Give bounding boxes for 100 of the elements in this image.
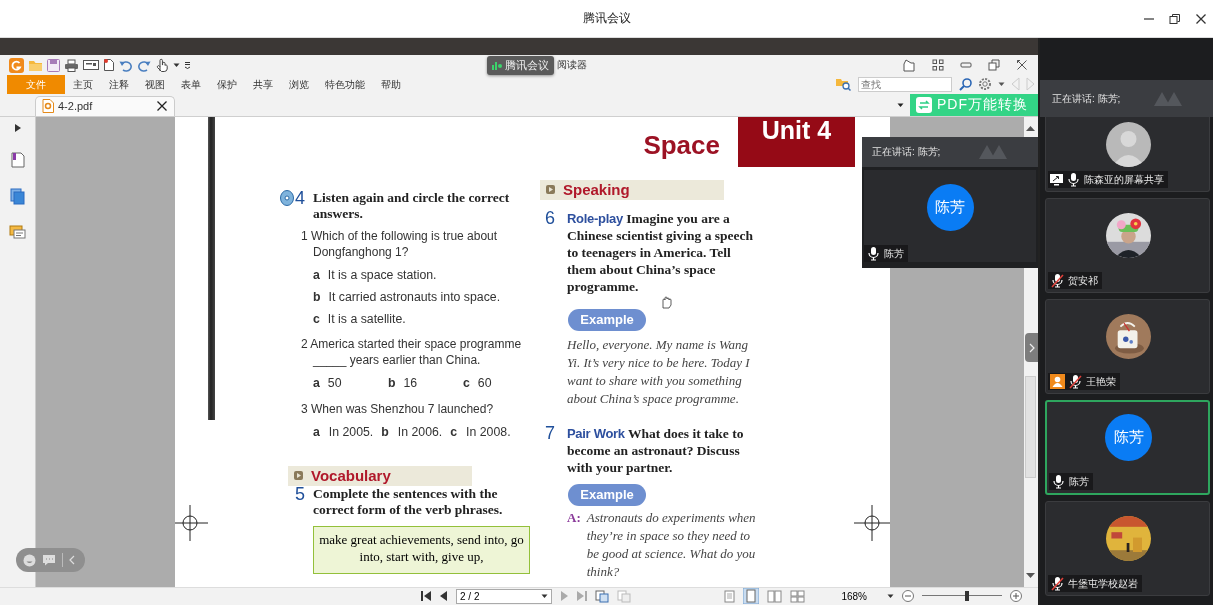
close-icon[interactable] [156,100,168,113]
option-text: In 2005. [328,423,374,441]
option-letter: a [313,374,320,392]
save-icon[interactable] [47,58,60,72]
search-field[interactable]: 查找 [858,76,952,92]
convert-icon [916,96,932,113]
signal-icon [492,60,502,70]
minimize-icon[interactable] [960,61,972,69]
question-text: 3 When was Shenzhou 7 launched? [301,400,495,417]
participant-name: 牛堡屯学校赵岩 [1068,576,1138,591]
option-text: It is a satellite. [327,310,406,328]
exercise-title: Complete the sentences with the correct form of the verb phrases. [313,485,504,518]
caret-icon[interactable] [173,62,180,68]
caret-icon[interactable] [541,593,548,600]
close-icon[interactable] [1016,59,1028,71]
exercise-number: 4 [295,189,305,207]
document-tab[interactable]: 4-2.pdf [35,95,175,116]
avatar: 陈芳 [926,184,974,231]
option-text: 16 [403,374,418,392]
caret-icon[interactable] [887,593,894,600]
muted-microphone-icon[interactable] [1050,576,1065,591]
option-letter: c [450,423,458,441]
pages-icon[interactable] [10,187,25,205]
previous-page-icon[interactable] [440,591,448,602]
video-tile[interactable]: 牛堡屯学校赵岩 [1045,501,1210,596]
video-tile[interactable]: 王艳荣 [1045,299,1210,394]
scroll-up-icon[interactable] [1026,124,1035,131]
scroll-thumb[interactable] [1025,375,1036,478]
example-text: Astronauts do experiments when they’re in space so they need to be good at science. What do you think? [586,508,757,581]
search-icon[interactable] [959,77,972,91]
meeting-badge[interactable]: 腾讯会议 [487,55,554,75]
tab-label: 4-2.pdf [58,100,93,113]
menu-item[interactable]: 特色功能 [317,74,373,94]
close-icon[interactable] [1195,12,1207,25]
new-document-icon[interactable] [103,58,115,72]
video-tile[interactable]: 贺安祁 [1045,198,1210,293]
hand-cursor-icon [660,294,672,309]
participant-name: 陈森亚的屏幕共享 [1084,172,1164,187]
page-field[interactable]: 2 / 2 [456,588,552,604]
video-tile[interactable]: 陈芳 陈芳 [1045,400,1210,495]
participant-name: 陈芳 [884,246,904,261]
two-page-scroll-icon[interactable] [790,589,806,603]
option-text: In 2008. [466,423,511,441]
more-icon[interactable] [184,61,191,69]
menu-item[interactable]: 帮助 [373,74,409,94]
video-tile[interactable]: 陈森亚的屏幕共享 [1045,117,1210,192]
task-text: Pair Work What does it take to become an astronaut? Discuss with your partner. [567,424,745,476]
option-letter: b [313,288,321,306]
zoom-out-icon[interactable] [902,590,914,603]
question-text: 1 Which of the following is true about Dongfanghong 1? [301,227,499,260]
muted-microphone-icon[interactable] [1068,374,1083,389]
exercise-number: 5 [295,485,305,503]
option-letter: c [463,374,470,392]
zoom-in-icon[interactable] [1010,590,1022,603]
menu-item[interactable]: 主页 [65,74,101,94]
microphone-icon[interactable] [1051,474,1066,489]
menu-item[interactable]: 注释 [101,74,137,94]
page-copy-icon[interactable] [595,589,609,603]
play-icon [546,185,555,195]
zoom-slider[interactable] [922,589,1002,604]
speaking-label: 正在讲话: 陈芳; [872,145,941,159]
section-title: Speaking [563,181,630,199]
redo-icon[interactable] [137,58,151,72]
option-text: It carried astronauts into space. [328,288,501,306]
menu-item[interactable]: 共享 [245,74,281,94]
expand-arrow-icon[interactable] [14,123,21,132]
restore-icon[interactable] [1169,12,1181,25]
two-page-icon[interactable] [767,589,783,603]
section-title: Vocabulary [311,467,391,485]
bookmark-icon[interactable] [10,151,25,168]
grid-icon[interactable] [932,59,944,71]
caret-icon[interactable] [897,101,904,108]
app-title: 阅读器 [557,58,587,72]
scanner-icon[interactable] [83,59,99,71]
menu-item[interactable]: 表单 [173,74,209,94]
printer-icon[interactable] [64,58,79,72]
comments-icon[interactable] [9,224,26,240]
microphone-icon[interactable] [1066,172,1081,187]
option-text: It is a space station. [327,266,437,284]
continuous-page-icon[interactable] [743,588,760,605]
hand-icon[interactable] [155,57,169,73]
menu-item[interactable]: 保护 [209,74,245,94]
collapse-tab[interactable] [1025,333,1038,362]
menu-item[interactable]: 浏览 [281,74,317,94]
option-letter: a [313,423,320,441]
caret-icon[interactable] [998,81,1005,88]
word-box: make great achievements, send into, go into, start with, give up, [313,525,530,574]
first-page-icon[interactable] [421,591,432,602]
microphone-icon[interactable] [866,246,881,261]
settings-icon[interactable] [978,77,992,92]
chevron-right-icon [1028,342,1035,353]
exercise-number: 6 [544,209,556,230]
folder-search-icon[interactable] [835,77,851,92]
menu-item[interactable]: 视图 [137,74,173,94]
undo-icon[interactable] [119,58,133,72]
play-icon [294,471,303,481]
scroll-down-icon[interactable] [1026,572,1035,579]
bag-icon[interactable] [902,58,916,72]
slider-thumb[interactable] [964,591,969,602]
muted-microphone-icon[interactable] [1050,273,1065,288]
